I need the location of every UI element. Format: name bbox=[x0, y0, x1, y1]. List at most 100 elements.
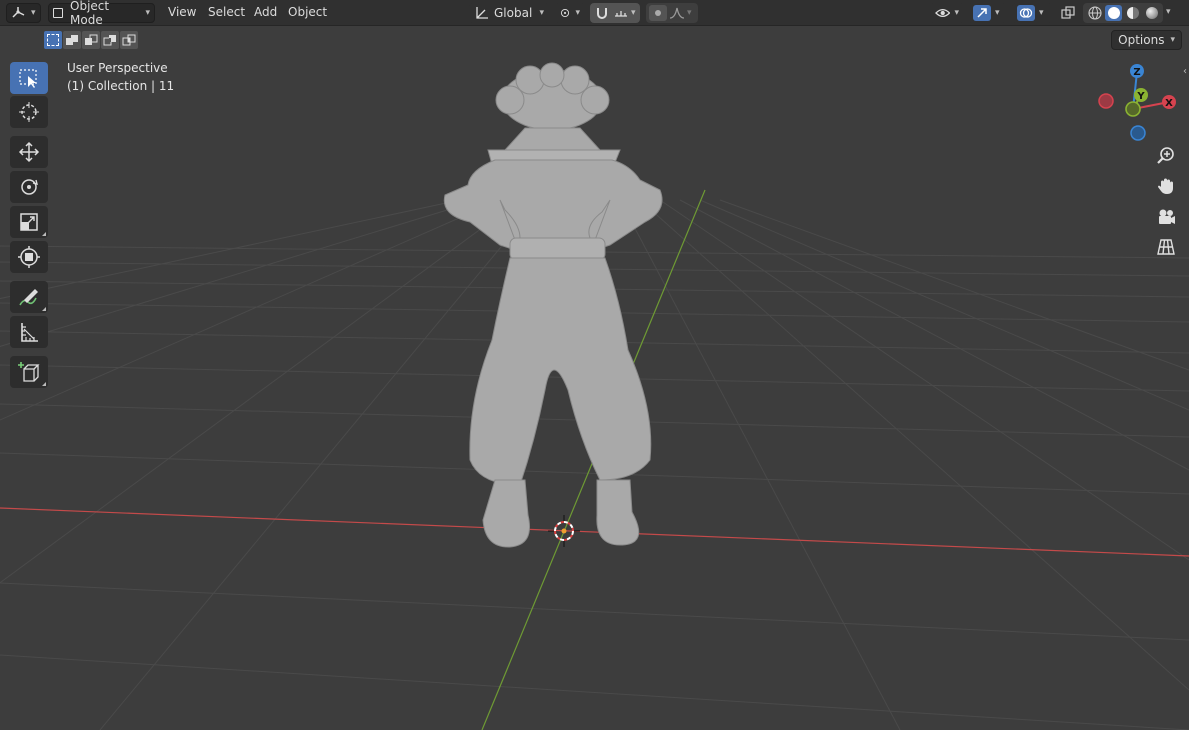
proportional-edit-group: ▾ bbox=[646, 3, 698, 23]
x-axis-line bbox=[0, 507, 1189, 557]
overlays-toggle[interactable]: ▾ bbox=[1012, 3, 1052, 23]
wireframe-sphere-icon bbox=[1087, 6, 1102, 20]
rendered-shading-button[interactable] bbox=[1143, 5, 1160, 21]
zoom-button[interactable] bbox=[1152, 142, 1180, 170]
chevron-down-icon: ▾ bbox=[575, 8, 580, 18]
move-arrows-icon bbox=[18, 141, 40, 163]
material-sphere-icon bbox=[1126, 7, 1139, 19]
menu-select[interactable]: Select bbox=[208, 5, 245, 19]
mode-label: Object Mode bbox=[70, 0, 110, 27]
mode-dropdown[interactable]: Object Mode ▾ bbox=[48, 0, 155, 27]
menu-object[interactable]: Object bbox=[288, 5, 327, 19]
select-extend-icon bbox=[66, 35, 78, 45]
chevron-down-icon: ▾ bbox=[31, 8, 36, 18]
pivot-icon bbox=[560, 8, 570, 18]
tool-measure[interactable] bbox=[10, 316, 48, 348]
menu-add[interactable]: Add bbox=[254, 5, 277, 19]
chevron-down-icon: ▾ bbox=[631, 8, 636, 18]
editor-type-button[interactable]: ▾ bbox=[6, 3, 41, 23]
select-subtract-icon bbox=[85, 34, 98, 45]
pan-hand-icon bbox=[1158, 178, 1173, 194]
select-mode-buttons bbox=[44, 31, 138, 49]
submenu-corner-icon bbox=[42, 307, 46, 311]
solid-shading-button[interactable] bbox=[1105, 5, 1122, 21]
tool-cursor[interactable] bbox=[10, 96, 48, 128]
tool-scale[interactable] bbox=[10, 206, 48, 238]
proportional-edit-toggle[interactable] bbox=[649, 5, 667, 21]
pivot-point-dropdown[interactable]: ▾ bbox=[555, 3, 585, 23]
chevron-down-icon: ▾ bbox=[539, 8, 544, 18]
gizmo-x-label: X bbox=[1165, 98, 1173, 109]
snap-group: ▾ bbox=[590, 3, 640, 23]
gizmo-neg-y[interactable] bbox=[1125, 101, 1141, 117]
camera-view-button[interactable] bbox=[1152, 203, 1180, 231]
chevron-down-icon: ▾ bbox=[1170, 35, 1175, 45]
zoom-icon bbox=[1157, 147, 1174, 164]
select-mode-subtract[interactable] bbox=[82, 31, 100, 49]
select-difference-icon bbox=[103, 35, 116, 46]
rendered-sphere-icon bbox=[1145, 7, 1158, 19]
gizmo-icon-wrap bbox=[973, 5, 991, 21]
ortho-grid-icon bbox=[1157, 239, 1175, 255]
chevron-down-icon: ▾ bbox=[145, 8, 150, 18]
shading-group bbox=[1083, 3, 1163, 23]
measure-ruler-icon bbox=[21, 323, 38, 342]
navigation-gizmo[interactable]: Z Y X bbox=[1094, 60, 1180, 146]
tool-transform[interactable] bbox=[10, 241, 48, 273]
add-cube-icon bbox=[18, 362, 40, 382]
overlay-icon-wrap bbox=[1017, 5, 1035, 21]
model-figure bbox=[443, 62, 663, 548]
chevron-down-icon: ▾ bbox=[687, 8, 692, 18]
snap-toggle[interactable] bbox=[593, 5, 611, 21]
gizmo-toggle[interactable]: ▾ bbox=[968, 3, 1006, 23]
wireframe-shading-button[interactable] bbox=[1086, 5, 1103, 21]
tool-select-box[interactable] bbox=[10, 62, 48, 94]
transform-icon bbox=[18, 246, 40, 268]
magnet-icon bbox=[597, 8, 607, 19]
tool-move[interactable] bbox=[10, 136, 48, 168]
3d-viewport-icon bbox=[12, 7, 25, 18]
viewport-header: ▾ Object Mode ▾ View Select Add Object G… bbox=[0, 0, 1189, 27]
gizmo-arrow-icon bbox=[977, 8, 987, 18]
gizmo-y-label: Y bbox=[1136, 91, 1145, 102]
cursor-icon bbox=[19, 102, 39, 122]
annotate-pencil-icon bbox=[19, 289, 38, 306]
transform-orientation-dropdown[interactable]: Global ▾ bbox=[469, 3, 549, 23]
shading-options-chevron-icon[interactable]: ▾ bbox=[1166, 7, 1171, 17]
object-mode-icon bbox=[53, 8, 63, 18]
chevron-down-icon: ▾ bbox=[995, 8, 1000, 18]
falloff-curve-icon[interactable] bbox=[669, 6, 685, 20]
select-mode-intersect[interactable] bbox=[120, 31, 138, 49]
material-shading-button[interactable] bbox=[1124, 5, 1141, 21]
menu-view[interactable]: View bbox=[168, 5, 196, 19]
gizmo-neg-x[interactable] bbox=[1098, 93, 1114, 109]
tool-rotate[interactable] bbox=[10, 171, 48, 203]
select-mode-extend[interactable] bbox=[63, 31, 81, 49]
scale-icon bbox=[20, 213, 38, 231]
snap-increment-icon[interactable] bbox=[613, 6, 629, 20]
collection-info: (1) Collection | 11 bbox=[67, 79, 175, 93]
submenu-corner-icon bbox=[42, 232, 46, 236]
viewport-canvas[interactable] bbox=[0, 0, 1189, 730]
sidebar-collapse-chevron-icon[interactable]: ‹ bbox=[1183, 66, 1187, 77]
tool-add-cube[interactable] bbox=[10, 356, 48, 388]
camera-icon bbox=[1159, 209, 1175, 224]
options-dropdown[interactable]: Options ▾ bbox=[1111, 30, 1182, 50]
pan-button[interactable] bbox=[1152, 172, 1180, 200]
eye-icon bbox=[935, 8, 951, 18]
select-mode-set[interactable] bbox=[44, 31, 62, 49]
gizmo-z-label: Z bbox=[1133, 67, 1140, 78]
options-label: Options bbox=[1118, 33, 1165, 47]
submenu-corner-icon bbox=[42, 382, 46, 386]
visibility-dropdown[interactable]: ▾ bbox=[930, 3, 964, 23]
ortho-toggle-button[interactable] bbox=[1152, 233, 1180, 261]
tool-annotate[interactable] bbox=[10, 281, 48, 313]
gizmo-neg-z[interactable] bbox=[1130, 125, 1146, 141]
chevron-down-icon: ▾ bbox=[1039, 8, 1044, 18]
xray-icon bbox=[1061, 6, 1075, 19]
3d-cursor bbox=[548, 515, 580, 547]
overlay-circles-icon bbox=[1019, 8, 1033, 18]
select-mode-difference[interactable] bbox=[101, 31, 119, 49]
xray-toggle[interactable] bbox=[1060, 5, 1076, 21]
proportional-dot-icon bbox=[655, 10, 661, 16]
